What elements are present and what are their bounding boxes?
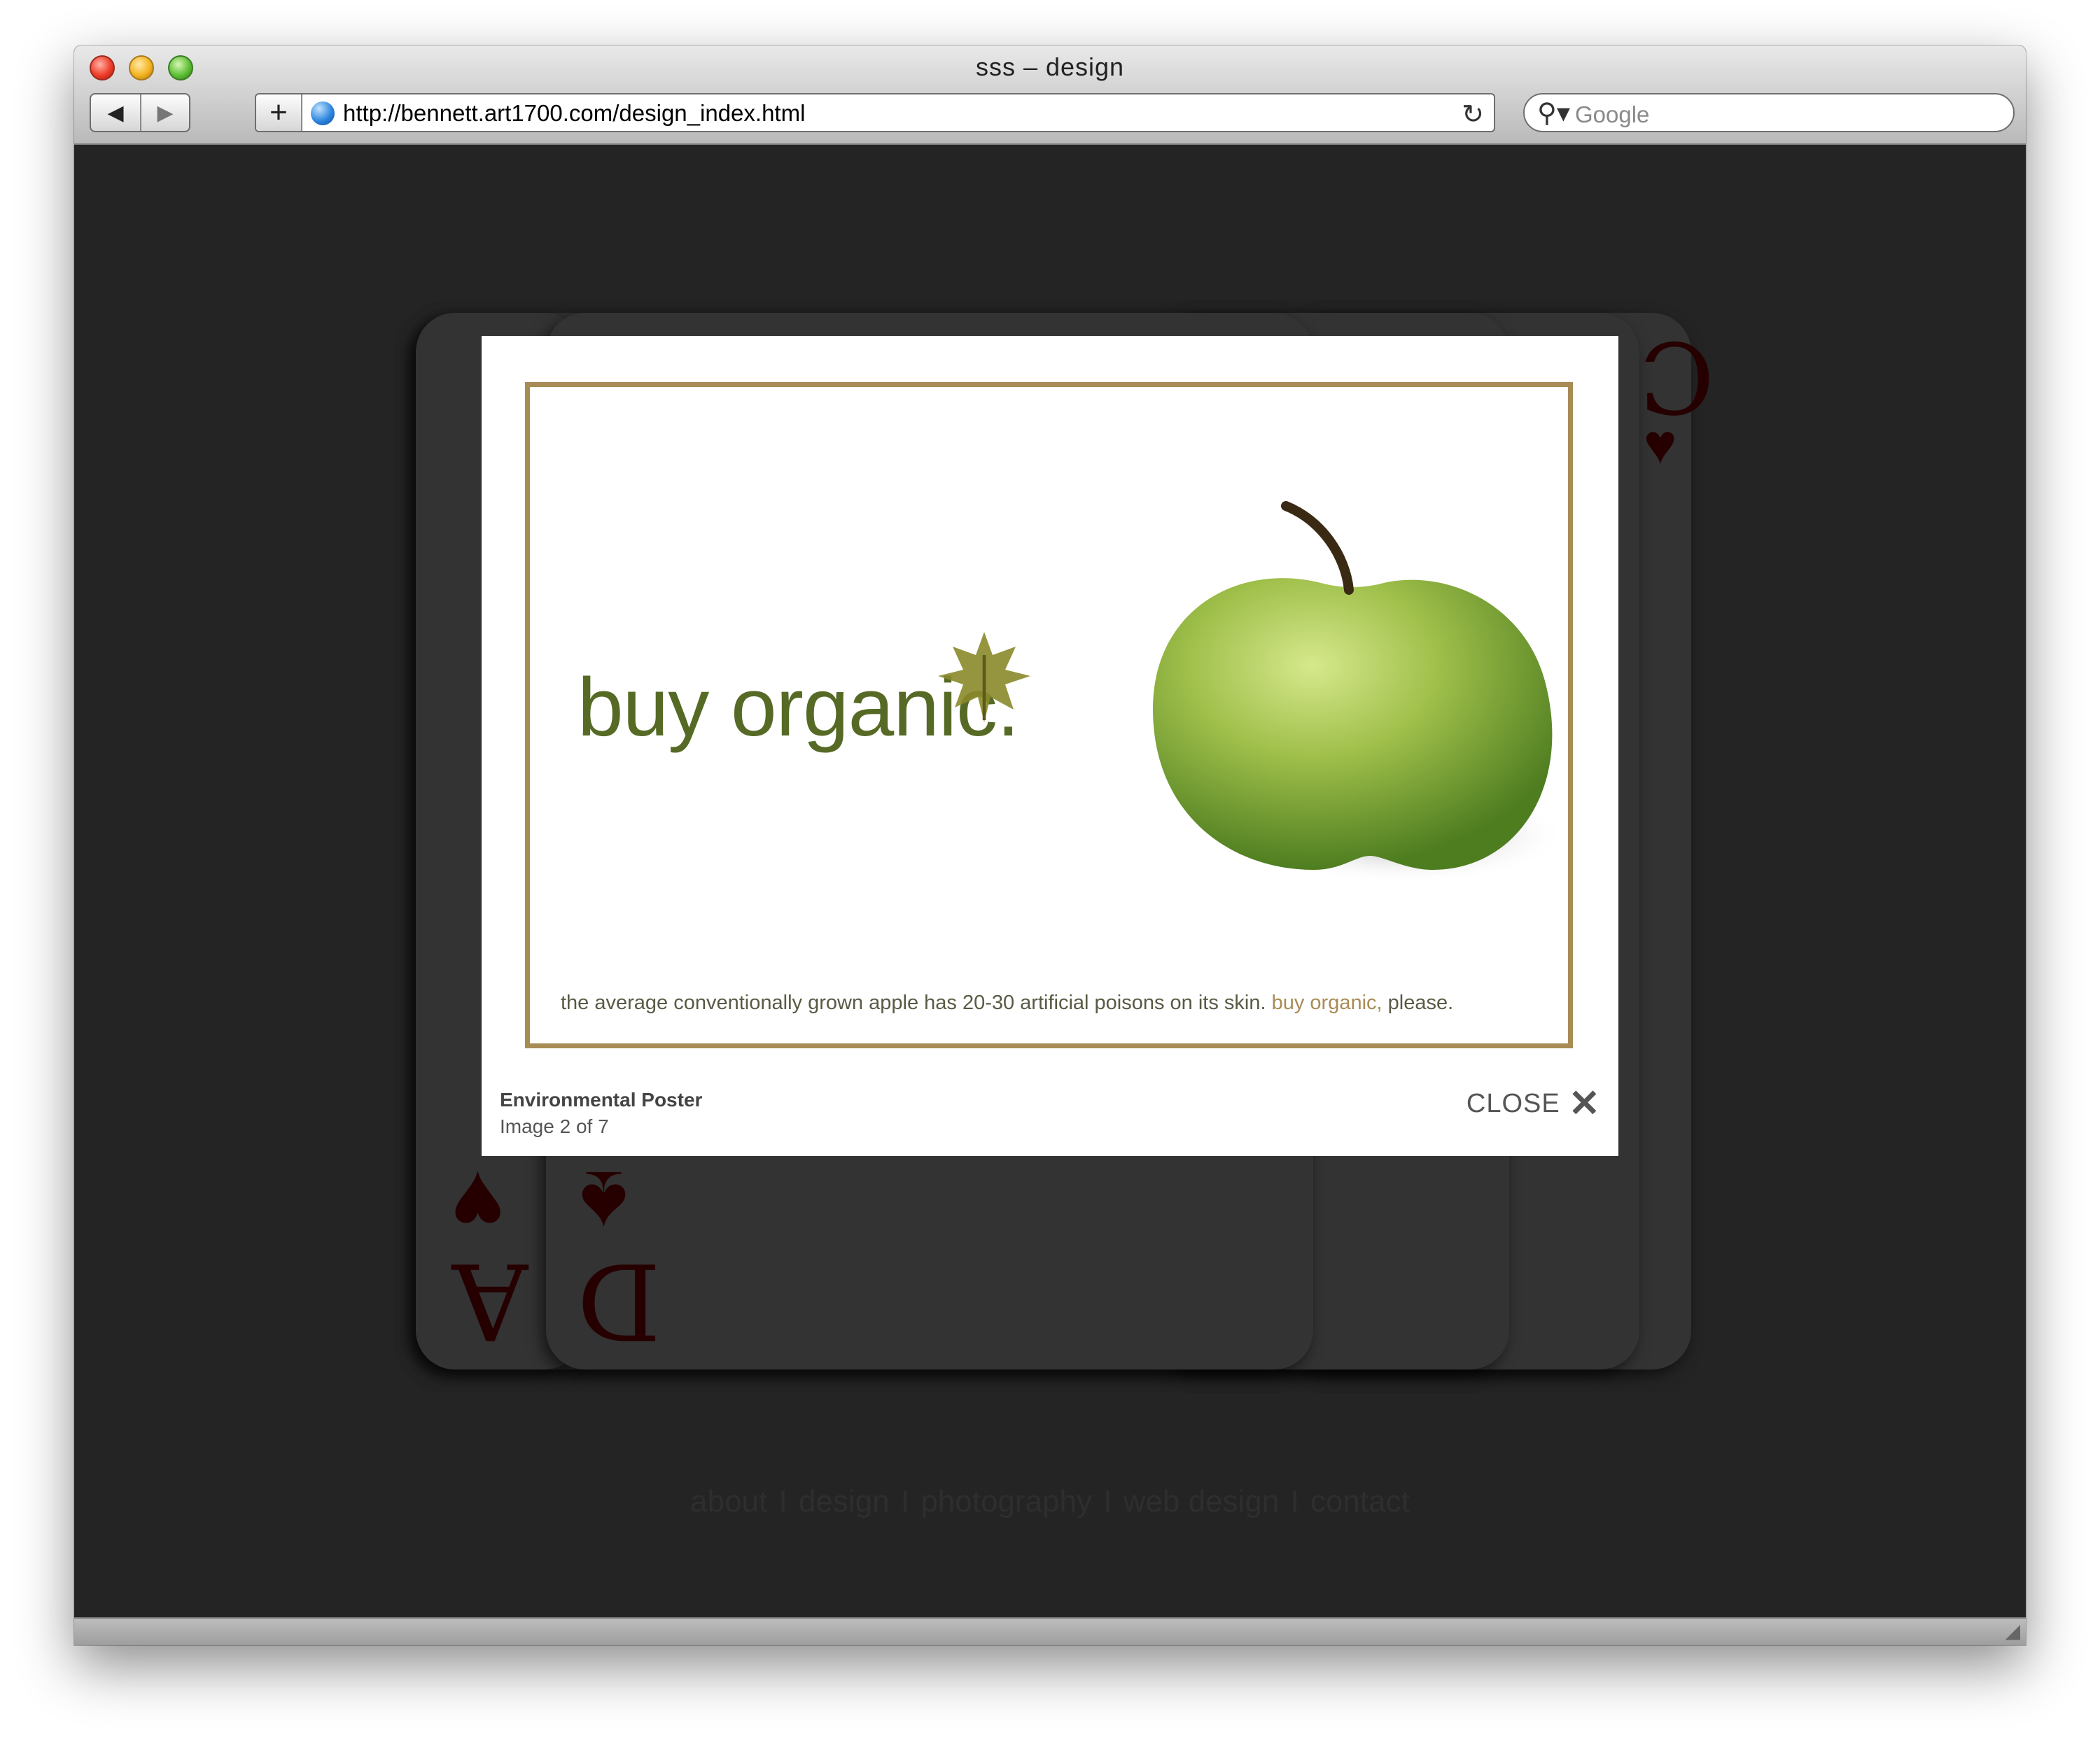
footer-nav: about I design I photography I web desig… xyxy=(74,1484,2026,1519)
close-label: CLOSE xyxy=(1466,1088,1560,1118)
plus-icon: + xyxy=(270,95,288,129)
nav-link-web-design[interactable]: web design xyxy=(1124,1484,1280,1519)
nav-separator: I xyxy=(1290,1484,1299,1519)
leaf-icon xyxy=(938,632,1030,722)
nav-link-design[interactable]: design xyxy=(799,1484,890,1519)
globe-icon xyxy=(311,101,335,125)
nav-separator: I xyxy=(1103,1484,1112,1519)
window-title: sss – design xyxy=(975,52,1125,81)
address-bar[interactable]: + http://bennett.art1700.com/design_inde… xyxy=(255,93,1495,132)
card-rank: D xyxy=(577,1239,662,1361)
spade-icon: ♠ xyxy=(580,1153,629,1255)
card-rank: A xyxy=(452,1239,528,1361)
add-bookmark-button[interactable]: + xyxy=(256,94,302,131)
tagline-end: please. xyxy=(1387,992,1454,1014)
nav-link-contact[interactable]: contact xyxy=(1310,1484,1410,1519)
apple-illustration xyxy=(1153,501,1566,884)
lightbox: buy organic. the average conventionally … xyxy=(482,336,1618,1156)
tagline-accent: buy organic, xyxy=(1271,992,1382,1014)
image-caption-title: Environmental Poster xyxy=(500,1089,703,1111)
reload-button[interactable]: ↻ xyxy=(1462,99,1484,130)
heart-icon: ♥ xyxy=(451,1153,505,1255)
nav-link-photography[interactable]: photography xyxy=(920,1484,1092,1519)
close-lightbox-button[interactable]: CLOSE ✕ xyxy=(1466,1085,1600,1122)
nav-link-about[interactable]: about xyxy=(690,1484,767,1519)
poster-image: buy organic. the average conventionally … xyxy=(525,382,1573,1048)
nav-separator: I xyxy=(778,1484,788,1519)
title-bar: sss – design ◀ ▶ + http://bennett.art170… xyxy=(74,45,2026,145)
search-placeholder: Google xyxy=(1575,101,1650,127)
search-field[interactable]: ⚲▾ Google xyxy=(1523,93,2015,132)
url-text[interactable]: http://bennett.art1700.com/design_index.… xyxy=(343,100,805,127)
back-icon: ◀ xyxy=(107,101,124,125)
history-buttons: ◀ ▶ xyxy=(90,93,190,132)
forward-icon: ▶ xyxy=(157,101,174,125)
image-counter: Image 2 of 7 xyxy=(500,1115,609,1137)
card-rank: C xyxy=(1639,319,1715,433)
search-icon: ⚲▾ xyxy=(1537,99,1570,128)
tagline-main: the average conventionally grown apple h… xyxy=(561,992,1266,1014)
poster-tagline: the average conventionally grown apple h… xyxy=(561,992,1453,1015)
resize-grip-icon[interactable]: ◢ xyxy=(2005,1619,2020,1642)
page-content: ♥ C ♥ A ♠ D buy organic. the average con… xyxy=(74,146,2026,1617)
back-button[interactable]: ◀ xyxy=(91,94,140,131)
close-icon: ✕ xyxy=(1568,1083,1600,1125)
reload-icon: ↻ xyxy=(1462,100,1484,129)
forward-button[interactable]: ▶ xyxy=(140,94,189,131)
nav-separator: I xyxy=(900,1484,910,1519)
browser-window: sss – design ◀ ▶ + http://bennett.art170… xyxy=(74,45,2026,1645)
status-bar: ◢ xyxy=(74,1617,2026,1645)
